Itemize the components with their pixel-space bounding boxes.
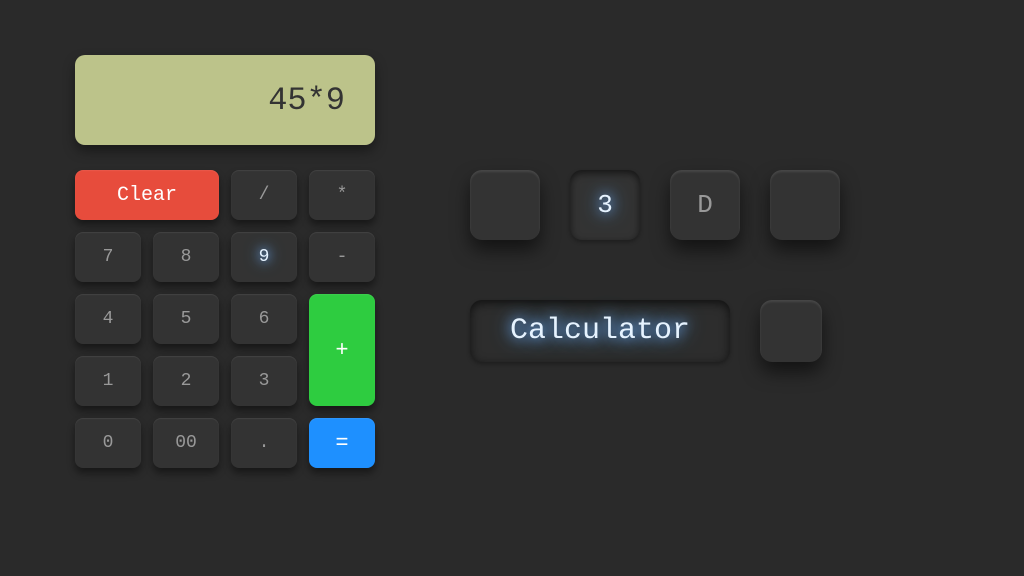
digit-4-button[interactable]: 4: [75, 294, 141, 344]
divide-button[interactable]: /: [231, 170, 297, 220]
showcase-panel: 3 D Calculator: [470, 170, 840, 362]
showcase-key-blank-1[interactable]: [470, 170, 540, 240]
digit-3-button[interactable]: 3: [231, 356, 297, 406]
multiply-button[interactable]: *: [309, 170, 375, 220]
equals-button[interactable]: =: [309, 418, 375, 468]
digit-8-button[interactable]: 8: [153, 232, 219, 282]
clear-button[interactable]: Clear: [75, 170, 219, 220]
showcase-bottom-row: Calculator: [470, 300, 840, 362]
digit-2-button[interactable]: 2: [153, 356, 219, 406]
minus-button[interactable]: -: [309, 232, 375, 282]
digit-6-button[interactable]: 6: [231, 294, 297, 344]
showcase-key-3[interactable]: 3: [570, 170, 640, 240]
calculator-widget: 45*9 Clear / * 7 8 9 - 4 5 6 + 1 2 3 0 0…: [75, 55, 375, 468]
showcase-key-square[interactable]: [760, 300, 822, 362]
showcase-top-row: 3 D: [470, 170, 840, 240]
digit-1-button[interactable]: 1: [75, 356, 141, 406]
plus-button[interactable]: +: [309, 294, 375, 406]
showcase-key-blank-2[interactable]: [770, 170, 840, 240]
digit-5-button[interactable]: 5: [153, 294, 219, 344]
calculator-display: 45*9: [75, 55, 375, 145]
digit-9-button[interactable]: 9: [231, 232, 297, 282]
decimal-button[interactable]: .: [231, 418, 297, 468]
digit-7-button[interactable]: 7: [75, 232, 141, 282]
showcase-key-d[interactable]: D: [670, 170, 740, 240]
calculator-keypad: Clear / * 7 8 9 - 4 5 6 + 1 2 3 0 00 . =: [75, 170, 375, 468]
digit-0-button[interactable]: 0: [75, 418, 141, 468]
digit-00-button[interactable]: 00: [153, 418, 219, 468]
calculator-label-button[interactable]: Calculator: [470, 300, 730, 362]
